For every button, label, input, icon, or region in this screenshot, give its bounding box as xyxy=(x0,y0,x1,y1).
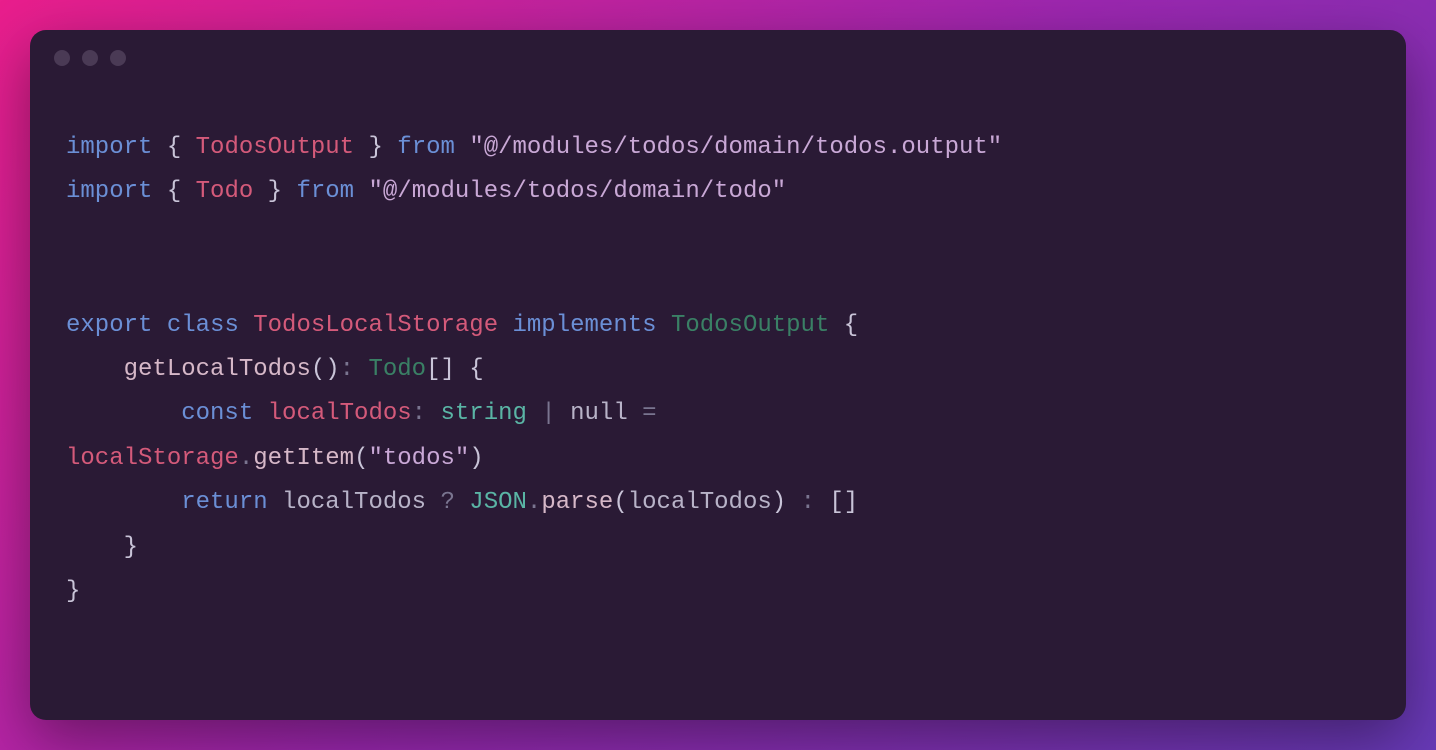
code-token: "@/modules/todos/domain/todos.output" xyxy=(469,134,1002,161)
code-token: { xyxy=(167,178,181,205)
code-token: implements xyxy=(513,312,657,339)
code-token: } xyxy=(66,578,80,605)
code-token: | xyxy=(541,400,555,427)
code-token: "todos" xyxy=(368,445,469,472)
code-token: } xyxy=(124,534,138,561)
code-token: [] xyxy=(829,489,858,516)
code-token: : xyxy=(340,356,354,383)
code-token: : xyxy=(412,400,426,427)
code-token: parse xyxy=(541,489,613,516)
code-token: localTodos xyxy=(282,489,426,516)
code-token: Todo xyxy=(368,356,426,383)
code-token: { xyxy=(844,312,858,339)
code-token: TodosOutput xyxy=(196,134,354,161)
code-token: getLocalTodos xyxy=(124,356,311,383)
code-token: localStorage xyxy=(66,445,239,472)
code-token: ( xyxy=(613,489,627,516)
code-token: Todo xyxy=(196,178,254,205)
close-icon[interactable] xyxy=(54,50,70,66)
code-editor[interactable]: import { TodosOutput } from "@/modules/t… xyxy=(30,86,1406,654)
code-token: "@/modules/todos/domain/todo" xyxy=(368,178,786,205)
code-token: ( xyxy=(354,445,368,472)
code-token: = xyxy=(642,400,656,427)
code-token: } xyxy=(268,178,282,205)
code-token: string xyxy=(440,400,526,427)
code-token: ) xyxy=(469,445,483,472)
code-token: import xyxy=(66,134,152,161)
code-token: ) xyxy=(772,489,786,516)
code-token: : xyxy=(801,489,815,516)
code-token: JSON xyxy=(469,489,527,516)
code-token: localTodos xyxy=(268,400,412,427)
code-token: { xyxy=(469,356,483,383)
code-token: TodosOutput xyxy=(671,312,829,339)
code-token: import xyxy=(66,178,152,205)
code-token: null xyxy=(570,400,628,427)
code-token: } xyxy=(368,134,382,161)
code-token: ? xyxy=(440,489,454,516)
code-window: import { TodosOutput } from "@/modules/t… xyxy=(30,30,1406,720)
code-token: [] xyxy=(426,356,455,383)
code-token: TodosLocalStorage xyxy=(253,312,498,339)
code-token: from xyxy=(296,178,354,205)
code-token: { xyxy=(167,134,181,161)
code-token: getItem xyxy=(253,445,354,472)
code-token: const xyxy=(181,400,253,427)
code-token: from xyxy=(397,134,455,161)
minimize-icon[interactable] xyxy=(82,50,98,66)
code-token: . xyxy=(239,445,253,472)
code-token: class xyxy=(167,312,239,339)
code-token: . xyxy=(527,489,541,516)
window-titlebar xyxy=(30,30,1406,86)
code-token: return xyxy=(181,489,267,516)
maximize-icon[interactable] xyxy=(110,50,126,66)
code-token: localTodos xyxy=(628,489,772,516)
code-token: export xyxy=(66,312,152,339)
code-token: () xyxy=(311,356,340,383)
